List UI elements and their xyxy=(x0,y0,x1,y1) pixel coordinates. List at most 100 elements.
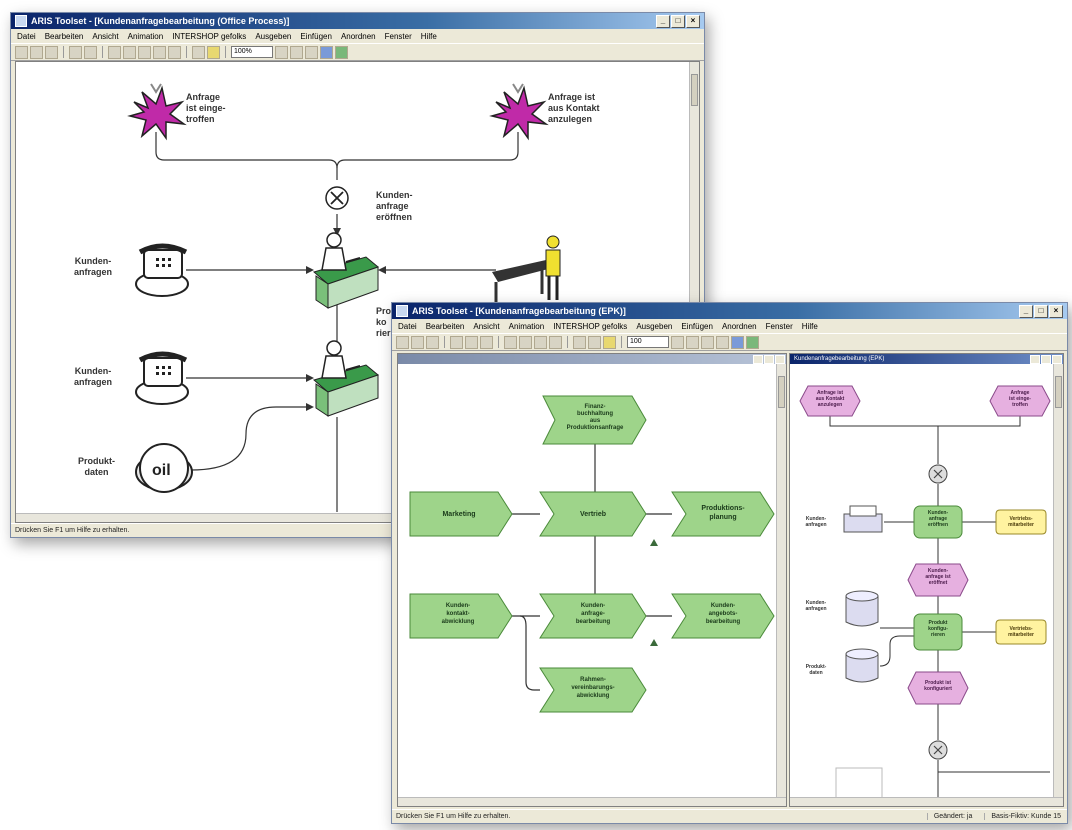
menu-datei[interactable]: Datei xyxy=(398,322,417,331)
menu-intershop[interactable]: INTERSHOP gefolks xyxy=(172,32,246,41)
left-vertical-scrollbar[interactable] xyxy=(776,364,786,806)
menu-bearbeiten[interactable]: Bearbeiten xyxy=(45,32,84,41)
close-button[interactable] xyxy=(1052,355,1062,364)
scroll-thumb[interactable] xyxy=(691,74,698,106)
menu-animation[interactable]: Animation xyxy=(509,322,545,331)
left-horizontal-scrollbar[interactable] xyxy=(398,797,786,806)
undo-icon[interactable] xyxy=(153,45,166,59)
back-menubar: Datei Bearbeiten Ansicht Animation INTER… xyxy=(11,29,704,44)
copy-icon[interactable] xyxy=(480,335,493,349)
find-icon[interactable] xyxy=(588,335,601,349)
front-window: ARIS Toolset - [Kundenanfragebearbeitung… xyxy=(391,302,1068,824)
menu-datei[interactable]: Datei xyxy=(17,32,36,41)
back-window-titlebar[interactable]: ARIS Toolset - [Kundenanfragebearbeitung… xyxy=(11,13,704,29)
save-icon[interactable] xyxy=(45,45,58,59)
close-button[interactable] xyxy=(775,355,785,364)
right-vertical-scrollbar[interactable] xyxy=(1053,364,1063,806)
undo-icon[interactable] xyxy=(534,335,547,349)
properties-icon[interactable] xyxy=(573,335,586,349)
maximize-button[interactable] xyxy=(1041,355,1051,364)
epc-ev2-label: Anfrage ist einge- troffen xyxy=(1009,390,1031,408)
redo-icon[interactable] xyxy=(549,335,562,349)
epc-ev1-label: Anfrage ist aus Kontakt anzulegen xyxy=(815,390,845,408)
front-toolbar: 100 xyxy=(392,334,1067,351)
zoom-fit-icon[interactable] xyxy=(305,45,318,59)
zoom-select[interactable]: 100% xyxy=(231,46,273,58)
cut-icon[interactable] xyxy=(108,45,121,59)
xor-connector-1 xyxy=(928,464,948,484)
properties-icon[interactable] xyxy=(192,45,205,59)
layout-icon[interactable] xyxy=(335,45,348,59)
menu-anordnen[interactable]: Anordnen xyxy=(341,32,376,41)
new-icon[interactable] xyxy=(15,45,28,59)
front-window-titlebar[interactable]: ARIS Toolset - [Kundenanfragebearbeitung… xyxy=(392,303,1067,319)
right-pane-titlebar[interactable]: Kundenanfragebearbeitung (EPK) xyxy=(790,354,1063,364)
menu-fenster[interactable]: Fenster xyxy=(766,322,793,331)
maximize-button[interactable] xyxy=(764,355,774,364)
left-pane[interactable]: Finanz- buchhaltung aus Produktionsanfra… xyxy=(397,353,787,807)
menu-ansicht[interactable]: Ansicht xyxy=(92,32,118,41)
preview-icon[interactable] xyxy=(84,45,97,59)
paste-icon[interactable] xyxy=(138,45,151,59)
input-label-1: Kunden- anfragen xyxy=(74,256,113,277)
cut-icon[interactable] xyxy=(504,335,517,349)
minimize-button[interactable]: _ xyxy=(656,14,670,28)
print-icon[interactable] xyxy=(450,335,463,349)
menu-ausgeben[interactable]: Ausgeben xyxy=(636,322,672,331)
menu-hilfe[interactable]: Hilfe xyxy=(802,322,818,331)
zoom-fit-icon[interactable] xyxy=(701,335,714,349)
zoom-select[interactable]: 100 xyxy=(627,336,669,348)
right-pane-title: Kundenanfragebearbeitung (EPK) xyxy=(794,356,885,362)
save-icon[interactable] xyxy=(426,335,439,349)
fax-icon xyxy=(843,505,883,533)
scroll-thumb[interactable] xyxy=(1055,376,1062,408)
preview-icon[interactable] xyxy=(465,335,478,349)
zoom-out-icon[interactable] xyxy=(290,45,303,59)
paste-icon[interactable] xyxy=(519,335,532,349)
zoom-out-icon[interactable] xyxy=(686,335,699,349)
menu-einfuegen[interactable]: Einfügen xyxy=(681,322,713,331)
back-status-text: Drücken Sie F1 um Hilfe zu erhalten. xyxy=(15,527,130,534)
front-status-text: Drücken Sie F1 um Hilfe zu erhalten. xyxy=(396,813,511,820)
menu-bearbeiten[interactable]: Bearbeiten xyxy=(426,322,465,331)
menu-intershop[interactable]: INTERSHOP gefolks xyxy=(553,322,627,331)
layout-icon[interactable] xyxy=(746,335,759,349)
copy-icon[interactable] xyxy=(123,45,136,59)
close-button[interactable]: × xyxy=(686,14,700,28)
lightbulb-icon[interactable] xyxy=(207,45,220,59)
window-icon[interactable] xyxy=(731,335,744,349)
epc-org2-label: Vertriebs- mitarbeiter xyxy=(1008,626,1034,638)
menu-ansicht[interactable]: Ansicht xyxy=(473,322,499,331)
left-pane-titlebar[interactable] xyxy=(398,354,786,364)
right-horizontal-scrollbar[interactable] xyxy=(790,797,1063,806)
zoom-in-icon[interactable] xyxy=(671,335,684,349)
menu-ausgeben[interactable]: Ausgeben xyxy=(255,32,291,41)
maximize-button[interactable]: □ xyxy=(671,14,685,28)
redo-icon[interactable] xyxy=(168,45,181,59)
open-icon[interactable] xyxy=(411,335,424,349)
menu-anordnen[interactable]: Anordnen xyxy=(722,322,757,331)
print-icon[interactable] xyxy=(69,45,82,59)
minimize-button[interactable] xyxy=(753,355,763,364)
right-pane[interactable]: Kundenanfragebearbeitung (EPK) Anfrage i… xyxy=(789,353,1064,807)
close-button[interactable]: × xyxy=(1049,304,1063,318)
open-icon[interactable] xyxy=(30,45,43,59)
menu-fenster[interactable]: Fenster xyxy=(385,32,412,41)
menu-einfuegen[interactable]: Einfügen xyxy=(300,32,332,41)
new-icon[interactable] xyxy=(396,335,409,349)
left-pane-title xyxy=(402,354,753,364)
minimize-button[interactable] xyxy=(1030,355,1040,364)
xor-connector xyxy=(325,186,349,210)
zoom-in-icon[interactable] xyxy=(275,45,288,59)
grid-icon[interactable] xyxy=(320,45,333,59)
node-vertrieb: Vertrieb xyxy=(579,511,607,518)
phone-icon xyxy=(135,351,189,405)
maximize-button[interactable]: □ xyxy=(1034,304,1048,318)
scroll-thumb[interactable] xyxy=(778,376,785,408)
lightbulb-icon[interactable] xyxy=(603,335,616,349)
aris-app-icon xyxy=(15,15,27,27)
menu-animation[interactable]: Animation xyxy=(128,32,164,41)
grid-icon[interactable] xyxy=(716,335,729,349)
minimize-button[interactable]: _ xyxy=(1019,304,1033,318)
menu-hilfe[interactable]: Hilfe xyxy=(421,32,437,41)
